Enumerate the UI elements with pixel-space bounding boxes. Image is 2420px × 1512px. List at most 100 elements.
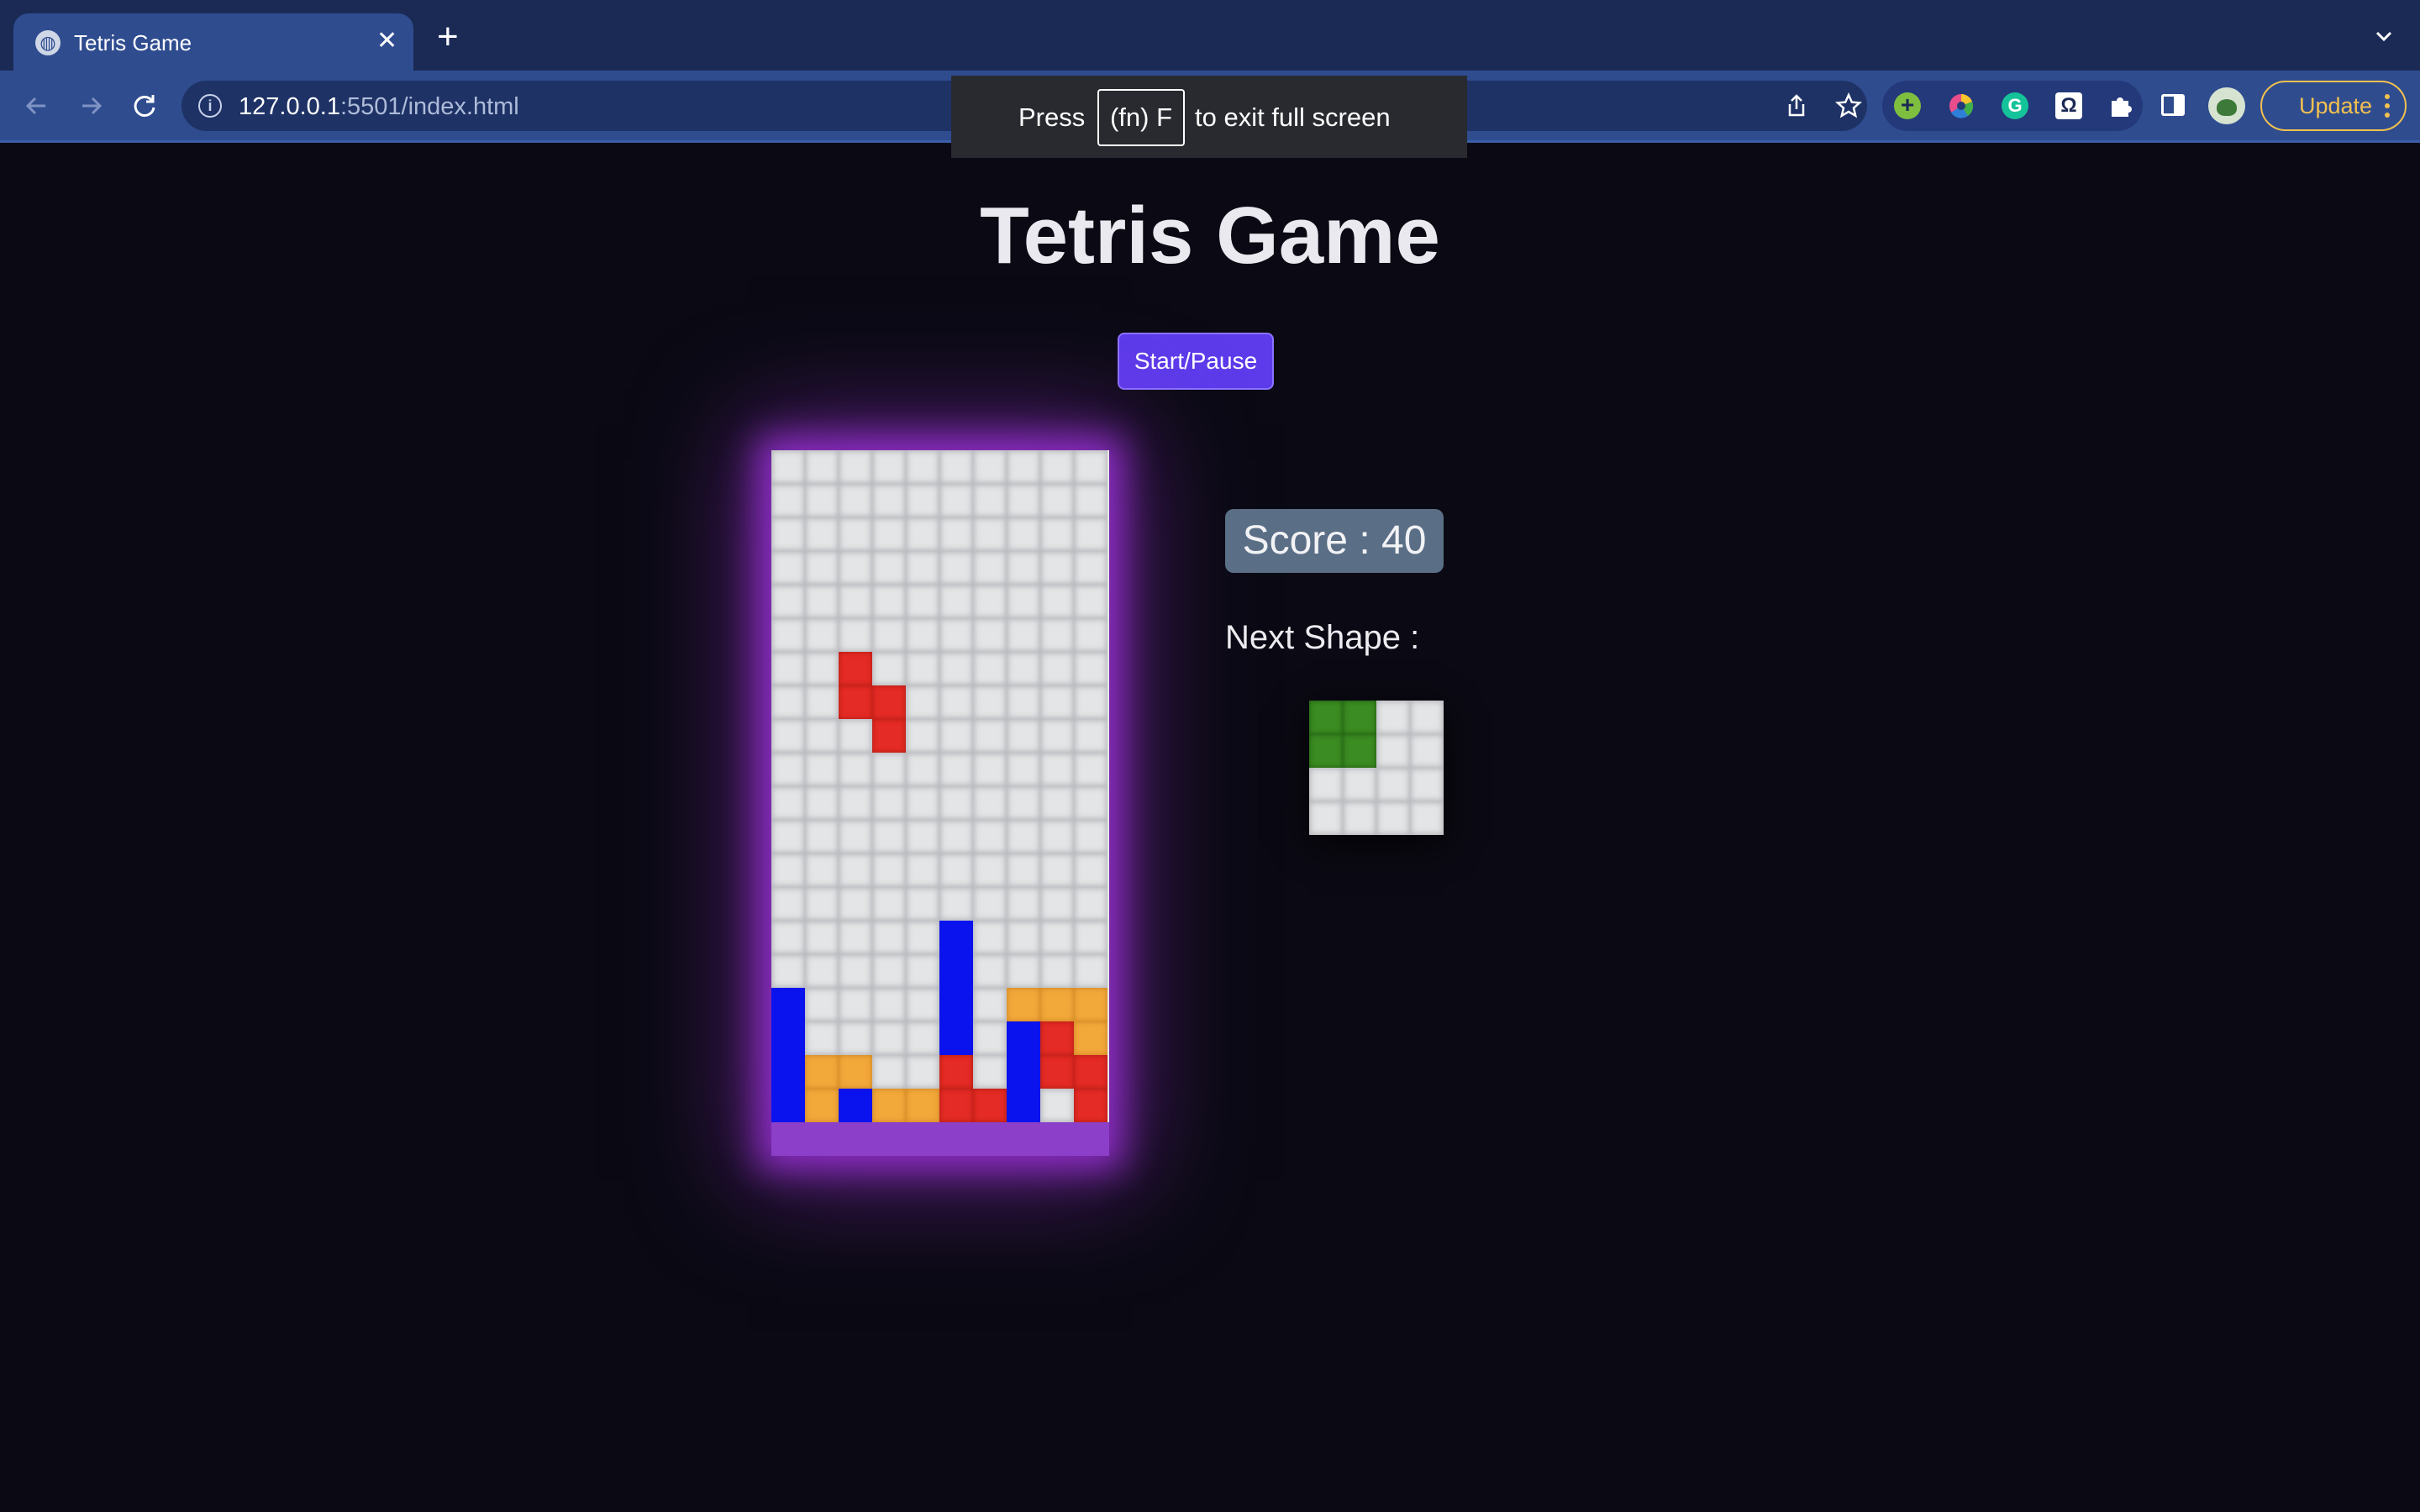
board-cell-empty [906, 853, 939, 887]
board-cell-empty [805, 887, 839, 921]
score-display: Score : 40 [1225, 509, 1444, 573]
next-cell-empty [1343, 801, 1376, 835]
board-cell-empty [1007, 551, 1040, 585]
board-cell-empty [839, 585, 872, 618]
board-cell-empty [771, 786, 805, 820]
more-icon[interactable] [2385, 94, 2390, 118]
board-cell-block [1040, 1021, 1074, 1055]
board-cell-empty [805, 719, 839, 753]
board-cell-empty [805, 585, 839, 618]
next-cell-block [1343, 734, 1376, 768]
board-cell-empty [973, 853, 1007, 887]
board-cell-empty [1074, 954, 1107, 988]
close-icon[interactable]: ✕ [376, 27, 397, 55]
board-cell-empty [939, 450, 973, 484]
board-cell-block [771, 1055, 805, 1089]
board-cell-empty [1007, 517, 1040, 551]
side-panel-icon[interactable] [2161, 94, 2185, 116]
info-icon[interactable]: i [198, 94, 222, 118]
board-cell-empty [839, 450, 872, 484]
board-cell-empty [805, 618, 839, 652]
board-cell-empty [939, 685, 973, 719]
board-cell-block [1007, 1021, 1040, 1055]
board-cell-block [939, 1089, 973, 1122]
board-cell-empty [771, 450, 805, 484]
board-cell-block [839, 1055, 872, 1089]
board-cell-empty [839, 786, 872, 820]
board-cell-empty [973, 685, 1007, 719]
board-cell-block [839, 652, 872, 685]
board-cell-block [939, 988, 973, 1021]
board-cell-empty [805, 820, 839, 853]
board-cell-empty [771, 921, 805, 954]
board-cell-empty [973, 820, 1007, 853]
board-cell-empty [906, 954, 939, 988]
board-cell-empty [939, 551, 973, 585]
board-cell-empty [1040, 887, 1074, 921]
new-tab-button[interactable]: + [437, 18, 459, 55]
board-cell-empty [1040, 585, 1074, 618]
board-cell-block [1007, 1055, 1040, 1089]
board-cell-empty [973, 786, 1007, 820]
chevron-down-icon[interactable] [2370, 22, 2398, 50]
board-cell-empty [872, 887, 906, 921]
board-cell-empty [973, 618, 1007, 652]
board-cell-empty [1040, 1089, 1074, 1122]
board-cell-block [872, 685, 906, 719]
board-cell-block [1074, 1089, 1107, 1122]
forward-icon[interactable] [72, 87, 109, 124]
board-cell-empty [872, 988, 906, 1021]
board-cell-empty [872, 921, 906, 954]
board-cell-empty [771, 853, 805, 887]
board-cell-empty [973, 954, 1007, 988]
next-cell-empty [1376, 701, 1410, 734]
board-cell-empty [1007, 853, 1040, 887]
star-icon[interactable] [1835, 92, 1862, 119]
board-cell-empty [973, 450, 1007, 484]
board-floor [771, 1122, 1109, 1156]
board-cell-empty [906, 652, 939, 685]
board-cell-empty [1007, 719, 1040, 753]
tab-tetris-game[interactable]: ◍ Tetris Game ✕ [13, 13, 413, 71]
omega-icon[interactable]: Ω [2055, 92, 2082, 119]
reload-icon[interactable] [126, 87, 163, 124]
board-cell-empty [939, 853, 973, 887]
board-cell-empty [939, 517, 973, 551]
share-icon[interactable] [1783, 92, 1810, 119]
board-cell-empty [1040, 685, 1074, 719]
board-cell-empty [839, 921, 872, 954]
board-cell-empty [939, 719, 973, 753]
grammarly-icon[interactable]: G [2002, 92, 2028, 119]
avatar[interactable] [2208, 87, 2245, 124]
board-cell-empty [771, 484, 805, 517]
board-cell-empty [771, 652, 805, 685]
board-cell-empty [1040, 450, 1074, 484]
board-cell-empty [805, 517, 839, 551]
board-cell-empty [805, 786, 839, 820]
board-cell-block [771, 988, 805, 1021]
board-cell-empty [973, 921, 1007, 954]
board-cell-empty [805, 1021, 839, 1055]
add-extension-icon[interactable]: + [1894, 92, 1921, 119]
puzzle-icon[interactable] [2107, 92, 2134, 119]
board-cell-empty [1074, 853, 1107, 887]
board-cell-empty [906, 719, 939, 753]
start-pause-button[interactable]: Start/Pause [1118, 333, 1274, 390]
color-wheel-icon[interactable] [1948, 92, 1975, 119]
next-cell-empty [1376, 801, 1410, 835]
url-text: 127.0.0.1:5501/index.html [239, 93, 519, 120]
board-cell-empty [906, 1021, 939, 1055]
board-cell-empty [973, 484, 1007, 517]
update-button[interactable]: Update [2260, 81, 2407, 131]
tab-title: Tetris Game [74, 30, 192, 55]
board-cell-empty [973, 753, 1007, 786]
board-cell-empty [906, 551, 939, 585]
board-cell-empty [872, 786, 906, 820]
board-cell-empty [839, 618, 872, 652]
board-cell-empty [805, 988, 839, 1021]
board-cell-block [1040, 1055, 1074, 1089]
board-cell-block [939, 1021, 973, 1055]
back-icon[interactable] [18, 87, 55, 124]
board-cell-empty [771, 887, 805, 921]
board-cell-empty [839, 887, 872, 921]
